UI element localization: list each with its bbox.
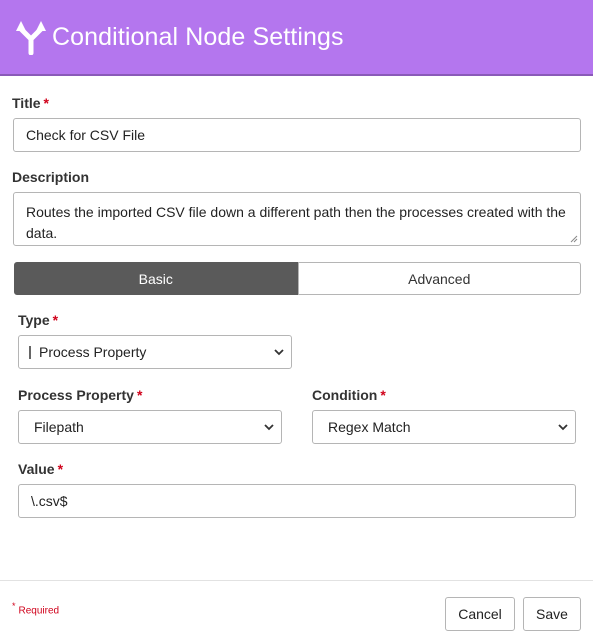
required-star: *: [52, 312, 59, 328]
process-property-select[interactable]: Filepath: [18, 410, 282, 444]
condition-label-text: Condition: [312, 387, 378, 403]
dialog-header: Conditional Node Settings: [0, 0, 593, 76]
chevron-down-icon: [558, 424, 568, 431]
process-property-label: Process Property *: [18, 387, 142, 403]
type-select[interactable]: Process Property: [18, 335, 292, 369]
process-property-value: Filepath: [34, 419, 84, 435]
description-label-text: Description: [12, 169, 90, 185]
dialog-title: Conditional Node Settings: [52, 22, 344, 51]
required-star: *: [136, 387, 143, 403]
title-input[interactable]: Check for CSV File: [13, 118, 581, 152]
resize-handle-icon[interactable]: [570, 235, 578, 243]
description-value: Routes the imported CSV file down a diff…: [26, 204, 566, 241]
description-textarea[interactable]: Routes the imported CSV file down a diff…: [13, 192, 581, 246]
value-input[interactable]: \.csv$: [18, 484, 576, 518]
required-note-star: *: [12, 601, 16, 611]
required-star: *: [43, 95, 49, 111]
split-arrows-icon: [16, 19, 46, 55]
type-label: Type *: [18, 312, 58, 328]
value-label: Value *: [18, 461, 63, 477]
title-label: Title *: [12, 95, 49, 111]
required-note-text: Required: [18, 605, 60, 617]
required-star: *: [380, 387, 386, 403]
tab-basic[interactable]: Basic: [14, 262, 298, 295]
required-note: * Required: [12, 601, 59, 616]
title-label-text: Title: [12, 95, 41, 111]
value-label-text: Value: [18, 461, 55, 477]
type-select-value: Process Property: [39, 344, 147, 360]
process-property-label-text: Process Property: [18, 387, 134, 403]
tab-advanced[interactable]: Advanced: [297, 262, 581, 295]
required-star: *: [57, 461, 64, 477]
chevron-down-icon: [264, 424, 274, 431]
settings-tabs: Basic Advanced: [14, 262, 581, 295]
save-button[interactable]: Save: [523, 597, 581, 631]
type-label-text: Type: [18, 312, 50, 328]
condition-value: Regex Match: [328, 419, 411, 435]
cancel-button[interactable]: Cancel: [445, 597, 515, 631]
text-cursor: [29, 345, 31, 359]
condition-label: Condition *: [312, 387, 386, 403]
condition-select[interactable]: Regex Match: [312, 410, 576, 444]
title-input-value: Check for CSV File: [26, 127, 146, 143]
chevron-down-icon: [274, 349, 284, 356]
value-input-value: \.csv$: [31, 493, 68, 509]
description-label: Description: [12, 169, 89, 185]
footer-divider: [0, 580, 593, 581]
